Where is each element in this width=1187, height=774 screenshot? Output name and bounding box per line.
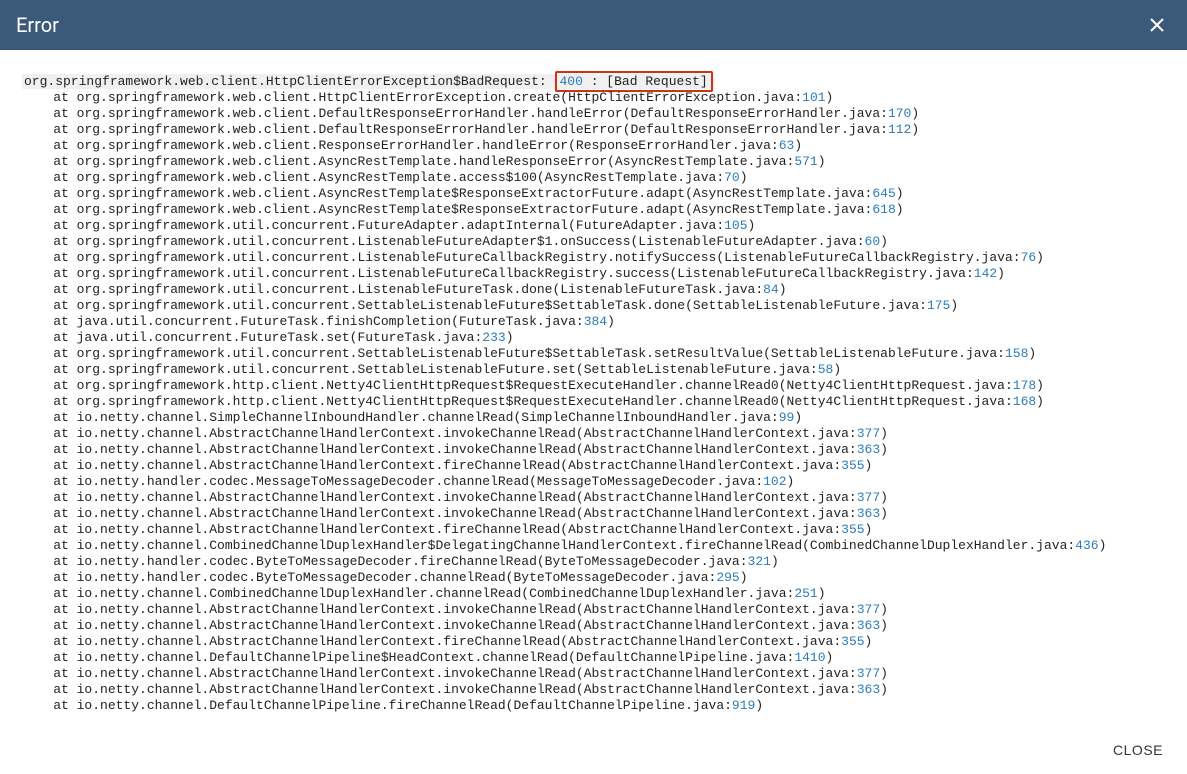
close-button[interactable]: CLOSE — [1113, 742, 1163, 758]
dialog-footer: CLOSE — [0, 726, 1187, 774]
dialog-title: Error — [16, 13, 59, 37]
dialog-body[interactable]: org.springframework.web.client.HttpClien… — [0, 50, 1187, 726]
stack-trace: org.springframework.web.client.HttpClien… — [22, 74, 1165, 714]
close-icon — [1149, 17, 1165, 33]
error-dialog: Error org.springframework.web.client.Htt… — [0, 0, 1187, 774]
close-icon-button[interactable] — [1143, 11, 1171, 39]
dialog-header: Error — [0, 0, 1187, 50]
